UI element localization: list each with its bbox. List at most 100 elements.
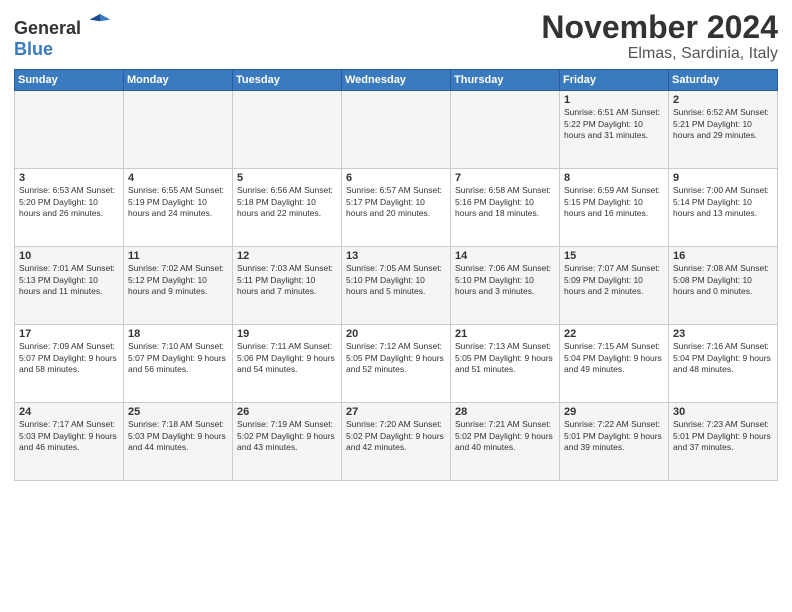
day-number: 21: [455, 328, 555, 340]
day-info: Sunrise: 6:55 AM Sunset: 5:19 PM Dayligh…: [128, 185, 228, 219]
calendar-cell: 20Sunrise: 7:12 AM Sunset: 5:05 PM Dayli…: [342, 325, 451, 403]
day-number: 12: [237, 250, 337, 262]
day-number: 23: [673, 328, 773, 340]
calendar-cell: 18Sunrise: 7:10 AM Sunset: 5:07 PM Dayli…: [124, 325, 233, 403]
weekday-header: Friday: [560, 70, 669, 91]
title-block: November 2024 Elmas, Sardinia, Italy: [541, 10, 778, 63]
calendar-cell: [124, 91, 233, 169]
calendar-table: SundayMondayTuesdayWednesdayThursdayFrid…: [14, 69, 778, 481]
day-info: Sunrise: 7:18 AM Sunset: 5:03 PM Dayligh…: [128, 419, 228, 453]
day-number: 20: [346, 328, 446, 340]
calendar-cell: 3Sunrise: 6:53 AM Sunset: 5:20 PM Daylig…: [15, 169, 124, 247]
calendar-cell: 7Sunrise: 6:58 AM Sunset: 5:16 PM Daylig…: [451, 169, 560, 247]
day-number: 22: [564, 328, 664, 340]
calendar-cell: 25Sunrise: 7:18 AM Sunset: 5:03 PM Dayli…: [124, 403, 233, 481]
day-number: 3: [19, 172, 119, 184]
day-number: 24: [19, 406, 119, 418]
day-info: Sunrise: 6:56 AM Sunset: 5:18 PM Dayligh…: [237, 185, 337, 219]
day-number: 16: [673, 250, 773, 262]
day-info: Sunrise: 6:57 AM Sunset: 5:17 PM Dayligh…: [346, 185, 446, 219]
day-info: Sunrise: 7:10 AM Sunset: 5:07 PM Dayligh…: [128, 341, 228, 375]
calendar-cell: 29Sunrise: 7:22 AM Sunset: 5:01 PM Dayli…: [560, 403, 669, 481]
day-number: 15: [564, 250, 664, 262]
logo: General Blue: [14, 10, 112, 60]
day-number: 14: [455, 250, 555, 262]
page: General Blue November 2024 Elmas, Sardin…: [0, 0, 792, 612]
weekday-header: Monday: [124, 70, 233, 91]
day-info: Sunrise: 7:02 AM Sunset: 5:12 PM Dayligh…: [128, 263, 228, 297]
logo-bird-icon: [88, 10, 112, 34]
calendar-week-row: 10Sunrise: 7:01 AM Sunset: 5:13 PM Dayli…: [15, 247, 778, 325]
day-number: 5: [237, 172, 337, 184]
calendar-cell: 14Sunrise: 7:06 AM Sunset: 5:10 PM Dayli…: [451, 247, 560, 325]
day-info: Sunrise: 7:15 AM Sunset: 5:04 PM Dayligh…: [564, 341, 664, 375]
calendar-cell: 17Sunrise: 7:09 AM Sunset: 5:07 PM Dayli…: [15, 325, 124, 403]
weekday-header: Saturday: [669, 70, 778, 91]
calendar-cell: 1Sunrise: 6:51 AM Sunset: 5:22 PM Daylig…: [560, 91, 669, 169]
calendar-week-row: 1Sunrise: 6:51 AM Sunset: 5:22 PM Daylig…: [15, 91, 778, 169]
header: General Blue November 2024 Elmas, Sardin…: [14, 10, 778, 63]
day-info: Sunrise: 7:21 AM Sunset: 5:02 PM Dayligh…: [455, 419, 555, 453]
calendar-cell: 12Sunrise: 7:03 AM Sunset: 5:11 PM Dayli…: [233, 247, 342, 325]
day-info: Sunrise: 7:06 AM Sunset: 5:10 PM Dayligh…: [455, 263, 555, 297]
calendar-cell: [15, 91, 124, 169]
calendar-cell: 27Sunrise: 7:20 AM Sunset: 5:02 PM Dayli…: [342, 403, 451, 481]
calendar-cell: [342, 91, 451, 169]
day-number: 9: [673, 172, 773, 184]
day-number: 30: [673, 406, 773, 418]
day-number: 11: [128, 250, 228, 262]
day-number: 28: [455, 406, 555, 418]
day-number: 18: [128, 328, 228, 340]
day-number: 8: [564, 172, 664, 184]
day-number: 29: [564, 406, 664, 418]
calendar-cell: 2Sunrise: 6:52 AM Sunset: 5:21 PM Daylig…: [669, 91, 778, 169]
day-info: Sunrise: 7:19 AM Sunset: 5:02 PM Dayligh…: [237, 419, 337, 453]
weekday-header: Wednesday: [342, 70, 451, 91]
logo-text: General Blue: [14, 10, 112, 60]
day-info: Sunrise: 6:59 AM Sunset: 5:15 PM Dayligh…: [564, 185, 664, 219]
calendar-cell: 13Sunrise: 7:05 AM Sunset: 5:10 PM Dayli…: [342, 247, 451, 325]
calendar-cell: 10Sunrise: 7:01 AM Sunset: 5:13 PM Dayli…: [15, 247, 124, 325]
day-number: 25: [128, 406, 228, 418]
day-info: Sunrise: 7:23 AM Sunset: 5:01 PM Dayligh…: [673, 419, 773, 453]
day-info: Sunrise: 7:16 AM Sunset: 5:04 PM Dayligh…: [673, 341, 773, 375]
calendar-cell: [451, 91, 560, 169]
calendar-header-row: SundayMondayTuesdayWednesdayThursdayFrid…: [15, 70, 778, 91]
calendar-body: 1Sunrise: 6:51 AM Sunset: 5:22 PM Daylig…: [15, 91, 778, 481]
day-info: Sunrise: 7:13 AM Sunset: 5:05 PM Dayligh…: [455, 341, 555, 375]
day-number: 7: [455, 172, 555, 184]
day-info: Sunrise: 7:20 AM Sunset: 5:02 PM Dayligh…: [346, 419, 446, 453]
day-number: 17: [19, 328, 119, 340]
calendar-cell: 6Sunrise: 6:57 AM Sunset: 5:17 PM Daylig…: [342, 169, 451, 247]
calendar-cell: 24Sunrise: 7:17 AM Sunset: 5:03 PM Dayli…: [15, 403, 124, 481]
calendar-cell: 5Sunrise: 6:56 AM Sunset: 5:18 PM Daylig…: [233, 169, 342, 247]
day-info: Sunrise: 7:12 AM Sunset: 5:05 PM Dayligh…: [346, 341, 446, 375]
calendar-cell: 22Sunrise: 7:15 AM Sunset: 5:04 PM Dayli…: [560, 325, 669, 403]
logo-general: General: [14, 18, 81, 38]
calendar-week-row: 17Sunrise: 7:09 AM Sunset: 5:07 PM Dayli…: [15, 325, 778, 403]
day-info: Sunrise: 7:08 AM Sunset: 5:08 PM Dayligh…: [673, 263, 773, 297]
logo-blue: Blue: [14, 39, 53, 59]
calendar-cell: 11Sunrise: 7:02 AM Sunset: 5:12 PM Dayli…: [124, 247, 233, 325]
day-info: Sunrise: 6:53 AM Sunset: 5:20 PM Dayligh…: [19, 185, 119, 219]
day-info: Sunrise: 7:00 AM Sunset: 5:14 PM Dayligh…: [673, 185, 773, 219]
day-number: 1: [564, 94, 664, 106]
calendar-week-row: 24Sunrise: 7:17 AM Sunset: 5:03 PM Dayli…: [15, 403, 778, 481]
day-number: 4: [128, 172, 228, 184]
day-info: Sunrise: 6:52 AM Sunset: 5:21 PM Dayligh…: [673, 107, 773, 141]
calendar-cell: 16Sunrise: 7:08 AM Sunset: 5:08 PM Dayli…: [669, 247, 778, 325]
location-title: Elmas, Sardinia, Italy: [541, 45, 778, 63]
calendar-cell: 9Sunrise: 7:00 AM Sunset: 5:14 PM Daylig…: [669, 169, 778, 247]
day-number: 2: [673, 94, 773, 106]
calendar-cell: 8Sunrise: 6:59 AM Sunset: 5:15 PM Daylig…: [560, 169, 669, 247]
day-info: Sunrise: 7:11 AM Sunset: 5:06 PM Dayligh…: [237, 341, 337, 375]
calendar-week-row: 3Sunrise: 6:53 AM Sunset: 5:20 PM Daylig…: [15, 169, 778, 247]
day-info: Sunrise: 7:01 AM Sunset: 5:13 PM Dayligh…: [19, 263, 119, 297]
day-number: 27: [346, 406, 446, 418]
weekday-header: Tuesday: [233, 70, 342, 91]
month-title: November 2024: [541, 10, 778, 45]
calendar-cell: 19Sunrise: 7:11 AM Sunset: 5:06 PM Dayli…: [233, 325, 342, 403]
calendar-cell: [233, 91, 342, 169]
day-info: Sunrise: 7:03 AM Sunset: 5:11 PM Dayligh…: [237, 263, 337, 297]
day-number: 6: [346, 172, 446, 184]
